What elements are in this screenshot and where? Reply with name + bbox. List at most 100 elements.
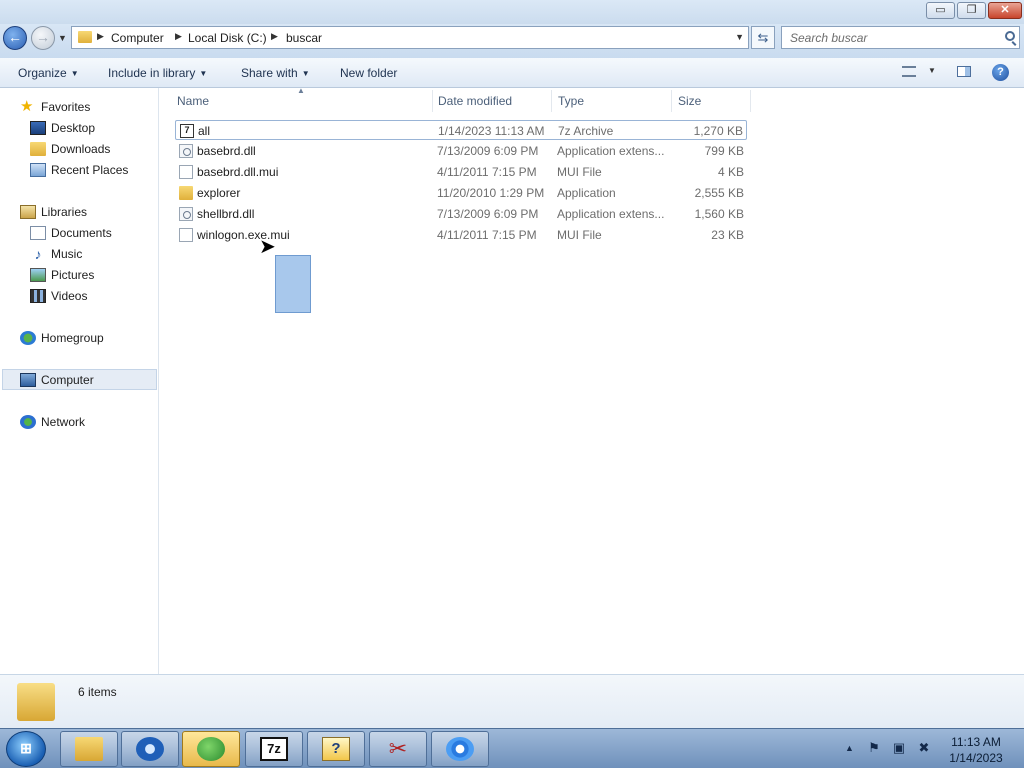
nav-item-label: Music: [51, 247, 83, 261]
film-strip-icon: [30, 289, 46, 303]
nav-item-network[interactable]: Network: [20, 412, 150, 433]
preview-pane-icon[interactable]: [957, 66, 971, 77]
share-with-button[interactable]: Share with ▼: [241, 66, 310, 80]
taskbar-user-accounts[interactable]: [182, 731, 240, 767]
show-hidden-icons-button[interactable]: ▲: [845, 743, 854, 753]
taskbar-snipping-tool[interactable]: ✂: [369, 731, 427, 767]
start-button[interactable]: ⊞: [6, 731, 46, 767]
column-divider[interactable]: [432, 90, 433, 112]
file-row-explorer[interactable]: explorer 11/20/2010 1:29 PM Application …: [175, 183, 747, 203]
help-icon[interactable]: ?: [992, 64, 1009, 81]
maximize-button[interactable]: ❐: [957, 2, 986, 19]
nav-item-homegroup[interactable]: Homegroup: [20, 328, 150, 349]
network-status-icon[interactable]: ▣: [892, 741, 906, 755]
action-center-flag-icon[interactable]: ⚑: [867, 741, 881, 755]
column-header-type[interactable]: Type: [558, 94, 584, 108]
nav-item-label: Recent Places: [51, 163, 129, 177]
nav-item-label: Documents: [51, 226, 112, 240]
nav-item-music[interactable]: ♪ Music: [30, 244, 150, 265]
column-header-name[interactable]: Name: [177, 94, 209, 108]
nav-item-libraries[interactable]: Libraries: [20, 202, 150, 223]
close-icon: ✕: [1000, 4, 1010, 16]
desktop-icon: [30, 121, 46, 135]
breadcrumb-separator-icon[interactable]: ▶: [271, 31, 278, 42]
file-row-shellbrd-dll[interactable]: shellbrd.dll 7/13/2009 6:09 PM Applicati…: [175, 204, 747, 224]
address-bar[interactable]: ▶ Computer ▶ Local Disk (C:) ▶ buscar ▼: [71, 26, 749, 49]
nav-item-label: Libraries: [41, 205, 88, 219]
nav-item-recent-places[interactable]: Recent Places: [30, 160, 150, 181]
nav-item-documents[interactable]: Documents: [30, 223, 150, 244]
search-icon[interactable]: [1005, 31, 1015, 41]
taskbar-chrome[interactable]: [431, 731, 489, 767]
file-date-modified: 4/11/2011 7:15 PM: [437, 165, 537, 179]
application-icon: [179, 186, 193, 200]
clock-time: 11:13 AM: [951, 735, 1001, 749]
documents-icon: [30, 226, 46, 240]
taskbar-windows-explorer[interactable]: [60, 731, 118, 767]
taskbar-7zip[interactable]: 7z: [245, 731, 303, 767]
nav-item-desktop[interactable]: Desktop: [30, 118, 150, 139]
nav-item-label: Videos: [51, 289, 88, 303]
star-icon: ★: [20, 98, 34, 115]
close-button[interactable]: ✕: [988, 2, 1022, 19]
window-titlebar: ▭ ❐ ✕: [0, 0, 1024, 24]
breadcrumb-buscar[interactable]: buscar: [286, 31, 322, 45]
forward-button[interactable]: →: [31, 26, 55, 50]
details-pane: 6 items: [0, 674, 1024, 728]
volume-muted-icon[interactable]: ✖: [917, 741, 931, 755]
nav-item-favorites[interactable]: ★ Favorites: [20, 97, 150, 118]
back-button[interactable]: ←: [3, 26, 27, 50]
chrome-icon: [446, 737, 474, 761]
blank-file-icon: [179, 165, 193, 179]
nav-item-label: Downloads: [51, 142, 111, 156]
column-divider[interactable]: [551, 90, 552, 112]
command-bar: Organize ▼ Include in library ▼ Share with…: [0, 58, 1024, 88]
search-input[interactable]: [788, 30, 1002, 46]
search-box[interactable]: [781, 26, 1020, 49]
file-date-modified: 1/14/2023 11:13 AM: [438, 124, 545, 138]
address-history-dropdown-icon[interactable]: ▼: [735, 32, 744, 42]
breadcrumb-separator-icon[interactable]: ▶: [97, 31, 104, 42]
mouse-pointer-icon: ➤: [259, 236, 276, 258]
file-date-modified: 7/13/2009 6:09 PM: [437, 144, 539, 158]
restore-icon: ❐: [966, 4, 977, 16]
taskbar-internet-explorer[interactable]: [121, 731, 179, 767]
file-row-basebrd-dll[interactable]: basebrd.dll 7/13/2009 6:09 PM Applicatio…: [175, 141, 747, 161]
column-header-size[interactable]: Size: [678, 94, 701, 108]
column-divider[interactable]: [750, 90, 751, 112]
nav-item-label: Favorites: [41, 100, 91, 114]
nav-item-downloads[interactable]: Downloads: [30, 139, 150, 160]
nav-item-videos[interactable]: Videos: [30, 286, 150, 307]
file-name: all: [198, 124, 211, 138]
breadcrumb-computer[interactable]: Computer: [111, 31, 164, 45]
file-row-basebrd-dll-mui[interactable]: basebrd.dll.mui 4/11/2011 7:15 PM MUI Fi…: [175, 162, 747, 182]
recent-pages-dropdown[interactable]: ▼: [58, 33, 67, 43]
include-in-library-button[interactable]: Include in library ▼: [108, 66, 207, 80]
minimize-button[interactable]: ▭: [926, 2, 955, 19]
breadcrumb-separator-icon[interactable]: ▶: [175, 31, 182, 42]
windows-explorer-icon: [75, 737, 103, 761]
view-options-dropdown-icon[interactable]: ▼: [928, 66, 936, 75]
file-size: 2,555 KB: [694, 186, 744, 200]
organize-button[interactable]: Organize ▼: [18, 66, 79, 80]
share-with-label: Share with: [241, 66, 298, 80]
refresh-button[interactable]: ⇆: [751, 26, 775, 49]
internet-explorer-icon: [136, 737, 164, 761]
libraries-icon: [20, 205, 36, 219]
new-folder-button[interactable]: New folder: [340, 66, 397, 80]
system-clock[interactable]: 11:13 AM 1/14/2023: [946, 734, 1006, 766]
nav-item-pictures[interactable]: Pictures: [30, 265, 150, 286]
file-name: basebrd.dll.mui: [197, 165, 279, 179]
taskbar-help[interactable]: ?: [307, 731, 365, 767]
blank-file-icon: [179, 228, 193, 242]
file-row-all[interactable]: 7 all 1/14/2023 11:13 AM 7z Archive 1,27…: [175, 120, 747, 140]
column-header-date-modified[interactable]: Date modified: [438, 94, 512, 108]
file-size: 1,560 KB: [694, 207, 744, 221]
nav-item-label: Network: [41, 415, 86, 429]
breadcrumb-local-disk[interactable]: Local Disk (C:): [188, 31, 267, 45]
folder-icon: [78, 31, 92, 43]
file-date-modified: 11/20/2010 1:29 PM: [437, 186, 545, 200]
change-view-icon[interactable]: [902, 66, 916, 77]
column-divider[interactable]: [671, 90, 672, 112]
nav-item-computer[interactable]: Computer: [2, 369, 157, 390]
